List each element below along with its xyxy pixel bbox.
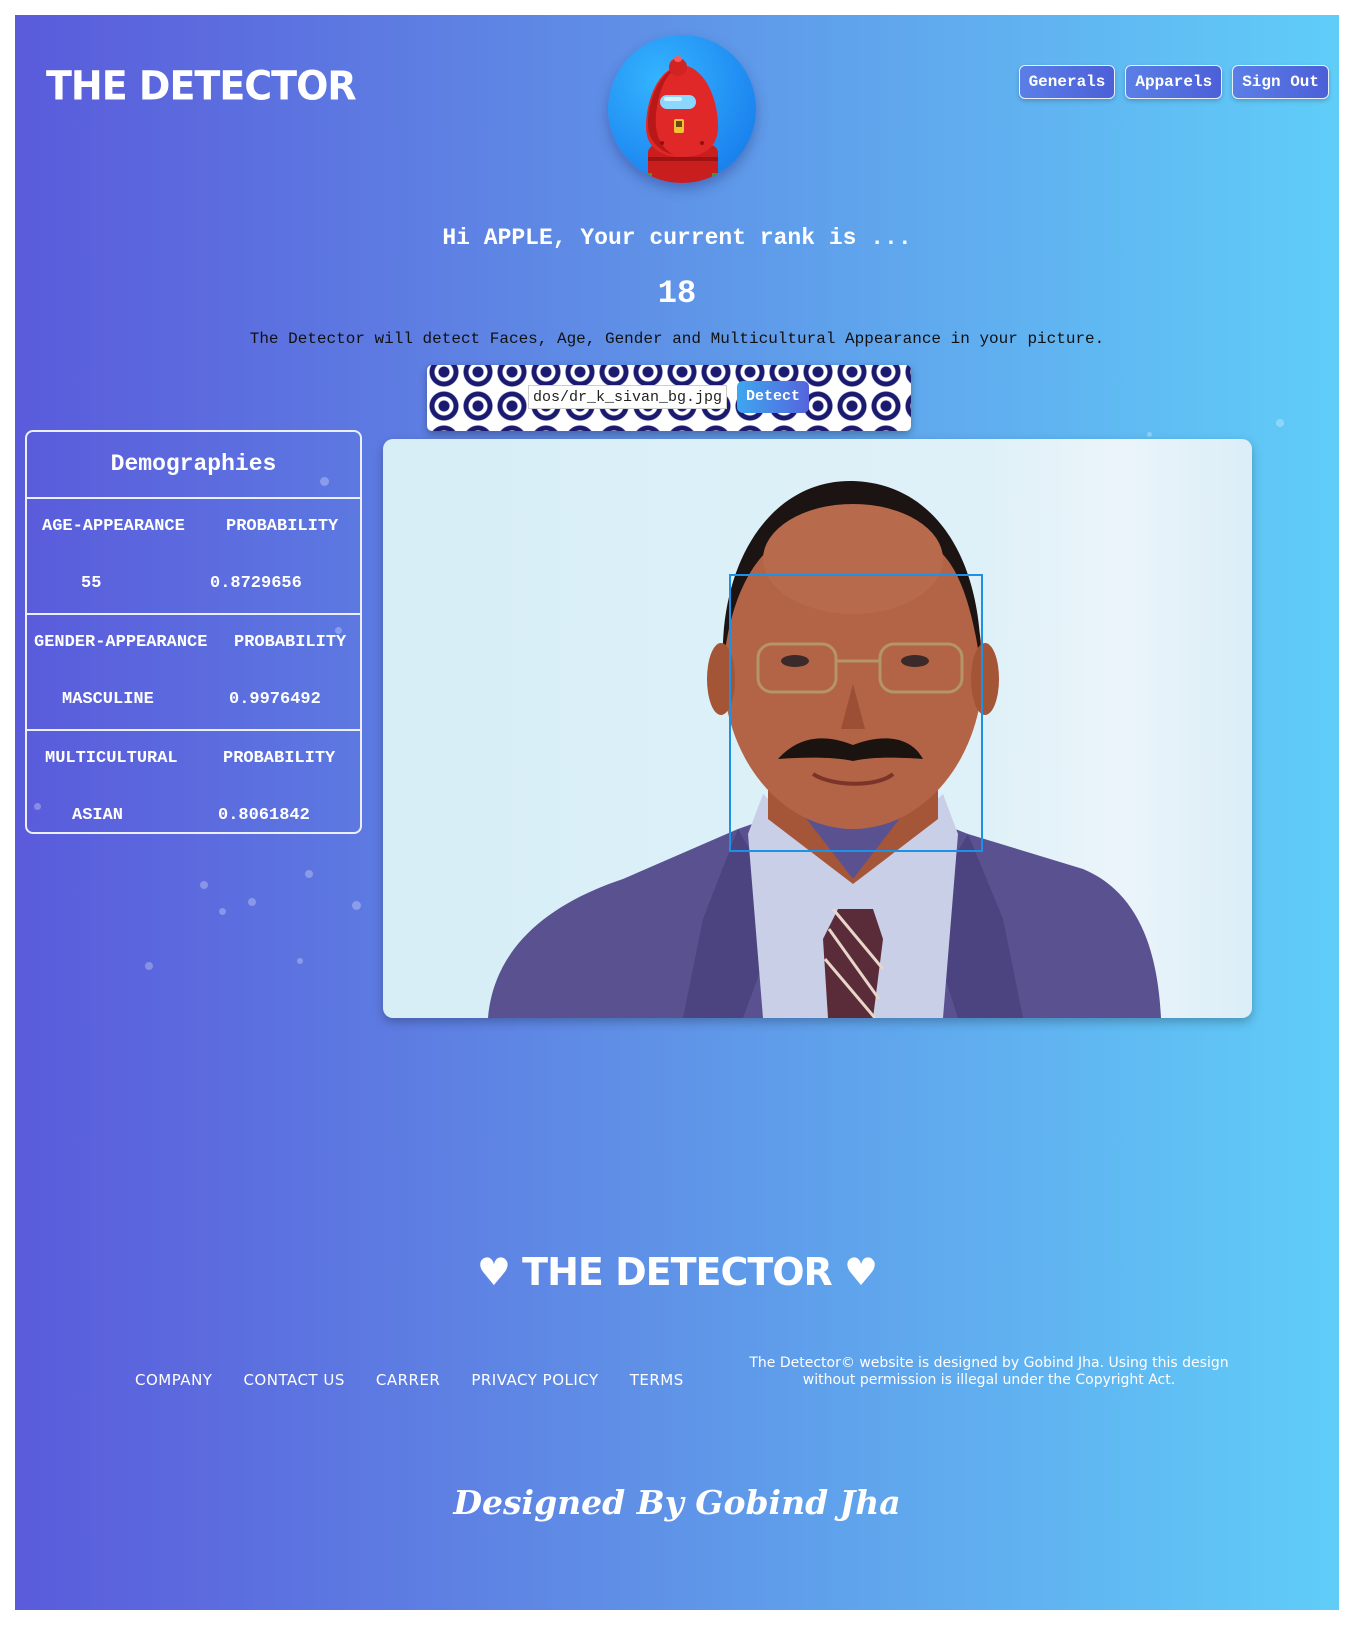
sign-out-button[interactable]: Sign Out [1232,65,1329,99]
gender-value: MASCULINE [62,690,154,709]
footer-logo[interactable]: ♥ THE DETECTOR ♥ [15,1250,1339,1294]
generals-button[interactable]: Generals [1018,65,1116,99]
top-nav: Generals Apparels Sign Out [1018,65,1329,99]
image-url-form: dos/dr_k_sivan_bg.jpg Detect [427,365,911,431]
company-link[interactable]: COMPANY [135,1371,212,1389]
description-text: The Detector will detect Faces, Age, Gen… [249,330,1105,348]
gender-section: GENDER-APPEARANCE PROBABILITY MASCULINE … [27,615,360,731]
age-probability: 0.8729656 [210,574,302,593]
copyright-text: The Detector© website is designed by Gob… [749,1355,1229,1388]
multicultural-section: MULTICULTURAL PROBABILITY ASIAN 0.806184… [27,731,360,836]
age-label: AGE-APPEARANCE [42,517,185,536]
avatar [608,35,756,183]
decor-dot [219,908,226,915]
terms-link[interactable]: TERMS [630,1371,684,1389]
decor-dot [305,870,313,878]
privacy-policy-link[interactable]: PRIVACY POLICY [471,1371,598,1389]
page: THE DETECTOR Generals Apparels Sign Out … [15,15,1339,1610]
multicultural-probability: 0.8061842 [218,806,310,825]
decor-dot [352,901,361,910]
designer-signature: Designed By Gobind Jha [453,1483,901,1522]
red-crewmate-robot-icon [642,56,722,183]
site-logo[interactable]: THE DETECTOR [46,64,357,108]
decor-dot [1276,419,1284,427]
gender-probability: 0.9976492 [229,690,321,709]
multicultural-probability-label: PROBABILITY [223,749,336,768]
decor-dot [1147,432,1152,437]
image-url-input[interactable]: dos/dr_k_sivan_bg.jpg [528,385,728,409]
apparels-button[interactable]: Apparels [1125,65,1223,99]
age-section: AGE-APPEARANCE PROBABILITY 55 0.8729656 [27,499,360,615]
demographies-panel: Demographies AGE-APPEARANCE PROBABILITY … [25,430,362,834]
decor-dot [248,898,256,906]
face-bounding-box [729,574,983,852]
multicultural-value: ASIAN [72,806,124,825]
rank-value: 18 [657,275,697,312]
age-value: 55 [81,574,102,593]
age-probability-label: PROBABILITY [226,517,339,536]
decor-dot [145,962,153,970]
uploaded-photo [383,439,1252,1018]
decor-dot [297,958,303,964]
detect-button[interactable]: Detect [737,381,809,413]
demographies-title: Demographies [27,432,360,499]
multicultural-label: MULTICULTURAL [45,749,178,768]
gender-label: GENDER-APPEARANCE [34,633,208,652]
carrer-link[interactable]: CARRER [376,1371,440,1389]
decor-dot [200,881,208,889]
contact-us-link[interactable]: CONTACT US [243,1371,344,1389]
footer-links: COMPANY CONTACT US CARRER PRIVACY POLICY… [135,1371,684,1389]
greeting-text: Hi APPLE, Your current rank is ... [442,225,912,251]
gender-probability-label: PROBABILITY [234,633,347,652]
